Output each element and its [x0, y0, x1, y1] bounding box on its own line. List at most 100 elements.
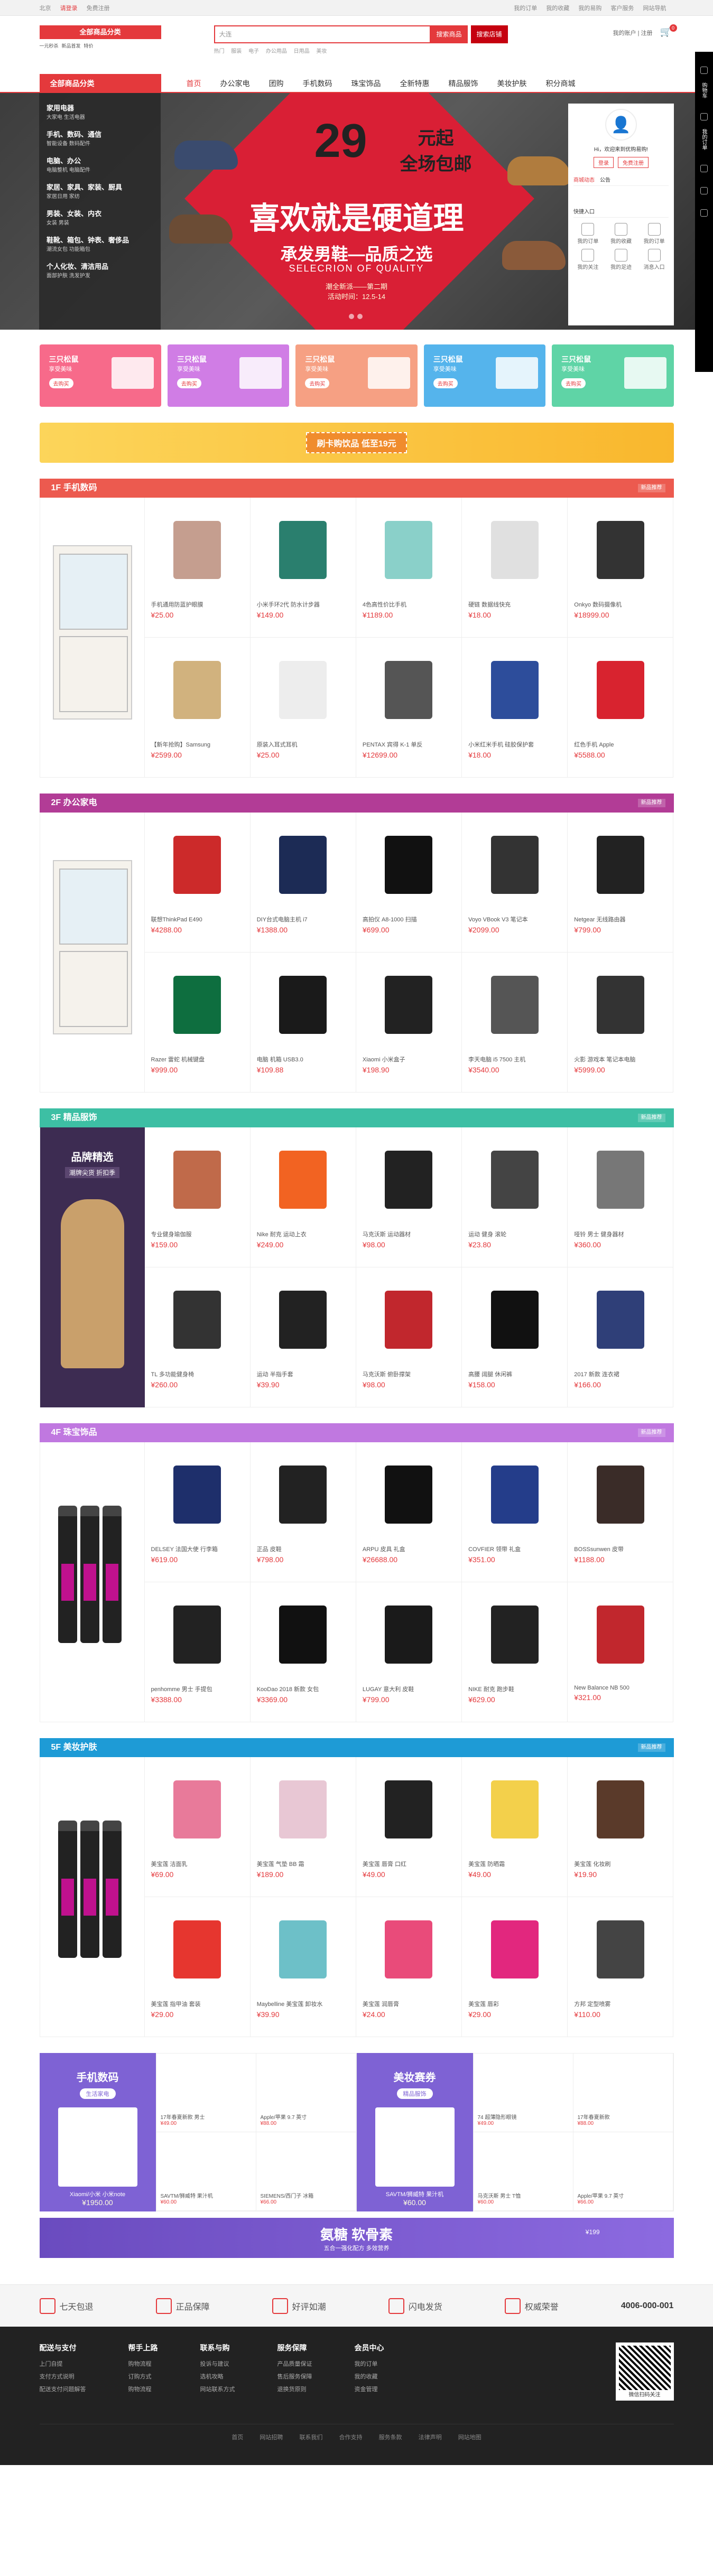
strip-product[interactable]: 马克沃斯 男士 T恤 ¥60.00: [473, 2132, 573, 2211]
footer-link[interactable]: 购物流程: [128, 2385, 158, 2393]
hotline[interactable]: 4006-000-001: [621, 2301, 674, 2311]
clock-icon[interactable]: [700, 165, 708, 172]
product-card[interactable]: 美宝莲 化妆刷 ¥19.90: [568, 1757, 674, 1897]
product-card[interactable]: penhomme 男士 手提包 ¥3388.00: [144, 1582, 251, 1722]
product-card[interactable]: Voyo VBook V3 笔记本 ¥2099.00: [462, 813, 568, 953]
search-goods-button[interactable]: 搜索商品: [430, 25, 468, 43]
footer-link[interactable]: 购物流程: [128, 2359, 158, 2368]
top-link[interactable]: 网站导航: [643, 5, 666, 12]
quick-entry[interactable]: 我的足迹: [607, 249, 636, 270]
nav-item[interactable]: 办公家电: [211, 74, 260, 93]
product-card[interactable]: 小米红米手机 硅胶保护套 ¥18.00: [462, 638, 568, 778]
location-text[interactable]: 北京: [40, 5, 51, 12]
product-card[interactable]: LUGAY 意大利 皮鞋 ¥799.00: [356, 1582, 462, 1722]
category-item[interactable]: 家用电器 大家电 生活电器: [39, 98, 161, 125]
quick-entry[interactable]: 我的关注: [573, 249, 603, 270]
floor-more-link[interactable]: 新品推荐: [637, 1114, 665, 1122]
footer-link[interactable]: 产品质量保证: [277, 2359, 312, 2368]
category-item[interactable]: 手机、数码、通信 智能设备 数码配件: [39, 125, 161, 151]
quick-entry[interactable]: 我的订单: [640, 223, 669, 245]
product-card[interactable]: KooDao 2018 新款 女包 ¥3369.00: [250, 1582, 356, 1722]
promo-button[interactable]: 去购买: [49, 378, 73, 388]
top-link[interactable]: 我的易购: [578, 5, 601, 12]
product-card[interactable]: 美宝莲 唇膏 口红 ¥49.00: [356, 1757, 462, 1897]
footer-bottom-link[interactable]: 法律声明: [419, 2434, 442, 2441]
product-card[interactable]: 原装入耳式耳机 ¥25.00: [250, 638, 356, 778]
product-card[interactable]: 专业健身瑜伽服 ¥159.00: [144, 1127, 251, 1267]
promo-card[interactable]: 三只松鼠 享受美味 去购买: [39, 344, 161, 407]
product-card[interactable]: 2017 新款 连衣裙 ¥166.00: [568, 1267, 674, 1407]
footer-link[interactable]: 资金管理: [355, 2385, 384, 2393]
quick-entry[interactable]: 消息入口: [640, 249, 669, 270]
category-item[interactable]: 男装、女装、内衣 女装 男装: [39, 204, 161, 230]
product-card[interactable]: 美宝莲 防晒霜 ¥49.00: [462, 1757, 568, 1897]
heart-icon[interactable]: [700, 113, 708, 120]
category-item[interactable]: 家居、家具、家装、厨具 家居日用 家纺: [39, 178, 161, 204]
carousel-dot[interactable]: [349, 314, 354, 319]
product-card[interactable]: Xiaomi 小米盒子 ¥198.90: [356, 953, 462, 1093]
strip-product[interactable]: SAVTM/狮威特 果汁机 ¥60.00: [156, 2132, 256, 2211]
footer-link[interactable]: 支付方式说明: [40, 2372, 86, 2381]
footer-link[interactable]: 上门自提: [40, 2359, 86, 2368]
nav-item[interactable]: 首页: [177, 74, 211, 93]
side-cart-label[interactable]: 购物车: [700, 82, 708, 98]
product-card[interactable]: 美宝莲 润唇膏 ¥24.00: [356, 1897, 462, 2037]
hot-keyword[interactable]: 美妆: [316, 49, 327, 54]
fashion-banner[interactable]: 品牌精选 潮牌尖货 折扣季: [40, 1127, 145, 1407]
floor-more-link[interactable]: 新品推荐: [637, 484, 665, 492]
nav-item[interactable]: 积分商城: [536, 74, 585, 93]
footer-link[interactable]: 配送支付问题解答: [40, 2385, 86, 2393]
supplement-ad-banner[interactable]: 氨糖 软骨素 五合一强化配方 多效营养 ¥199: [39, 2218, 674, 2258]
product-card[interactable]: 马克沃斯 俯卧撑架 ¥98.00: [356, 1267, 462, 1407]
footer-bottom-link[interactable]: 合作支持: [339, 2434, 363, 2441]
product-card[interactable]: 运动 健身 滚轮 ¥23.80: [462, 1127, 568, 1267]
product-card[interactable]: DIY台式电脑主机 i7 ¥1388.00: [250, 813, 356, 953]
user-register-button[interactable]: 免费注册: [618, 157, 649, 168]
nav-item[interactable]: 精品服饰: [439, 74, 488, 93]
product-card[interactable]: ARPU 皮具 礼盒 ¥26688.00: [356, 1442, 462, 1582]
product-card[interactable]: 4色高性价比手机 ¥1189.00: [356, 498, 462, 638]
product-card[interactable]: NIKE 耐克 跑步鞋 ¥629.00: [462, 1582, 568, 1722]
product-card[interactable]: 火影 游戏本 笔记本电脑 ¥5999.00: [568, 953, 674, 1093]
strip-product[interactable]: SIEMENS/西门子 冰箱 ¥66.00: [256, 2132, 356, 2211]
product-card[interactable]: 哑铃 男士 健身器材 ¥360.00: [568, 1127, 674, 1267]
tab-news[interactable]: 商城动态: [573, 175, 595, 183]
product-card[interactable]: COVFIER 领带 礼盒 ¥351.00: [462, 1442, 568, 1582]
footer-bottom-link[interactable]: 服务条款: [379, 2434, 402, 2441]
eye-icon[interactable]: [700, 187, 708, 194]
cart-icon[interactable]: 🛒 0: [660, 24, 677, 40]
footer-bottom-link[interactable]: 网站招聘: [260, 2434, 283, 2441]
nav-item[interactable]: 珠宝饰品: [342, 74, 391, 93]
footer-bottom-link[interactable]: 联系我们: [299, 2434, 322, 2441]
promo-strip-left[interactable]: 手机数码 生活家电 Xiaomi/小米 小米note ¥1950.00: [39, 2053, 156, 2211]
user-login-button[interactable]: 登录: [594, 157, 614, 168]
footer-bottom-link[interactable]: 网站地图: [458, 2434, 481, 2441]
promo-card[interactable]: 三只松鼠 享受美味 去购买: [552, 344, 674, 407]
carousel-dot[interactable]: [357, 314, 363, 319]
nav-item[interactable]: 全新特惠: [391, 74, 439, 93]
product-card[interactable]: 高拍仪 A8-1000 扫描 ¥699.00: [356, 813, 462, 953]
hot-keyword[interactable]: 电子: [248, 49, 259, 54]
floor-feature[interactable]: [40, 498, 145, 778]
hot-keyword[interactable]: 服装: [231, 49, 242, 54]
product-card[interactable]: BOSSsunwen 皮带 ¥1188.00: [568, 1442, 674, 1582]
product-card[interactable]: 手机通用防蓝护眼膜 ¥25.00: [144, 498, 251, 638]
category-item[interactable]: 电脑、办公 电脑整机 电脑配件: [39, 151, 161, 178]
product-card[interactable]: 美宝莲 指甲油 套装 ¥29.00: [144, 1897, 251, 2037]
product-card[interactable]: 【新年抢购】Samsung ¥2599.00: [144, 638, 251, 778]
nav-item[interactable]: 美妆护肤: [488, 74, 536, 93]
drink-ad-banner[interactable]: 刷卡购饮品 低至19元: [39, 423, 674, 463]
product-card[interactable]: Razer 雷蛇 机械键盘 ¥999.00: [144, 953, 251, 1093]
product-card[interactable]: 红色手机 Apple ¥5588.00: [568, 638, 674, 778]
product-card[interactable]: 电脑 机箱 USB3.0 ¥109.88: [250, 953, 356, 1093]
category-item[interactable]: 鞋靴、箱包、钟表、奢侈品 潮流女包 功能箱包: [39, 230, 161, 257]
promo-strip-left[interactable]: 美妆赛券 精品服饰 SAVTM/狮威特 果汁机 ¥60.00: [356, 2053, 473, 2211]
product-card[interactable]: 李天电脑 i5 7500 主机 ¥3540.00: [462, 953, 568, 1093]
search-input[interactable]: 大连: [214, 25, 431, 43]
floor-feature[interactable]: [40, 813, 145, 1093]
hot-keyword[interactable]: 热门: [214, 49, 225, 54]
product-card[interactable]: TL 多功能健身椅 ¥260.00: [144, 1267, 251, 1407]
floor-more-link[interactable]: 新品推荐: [637, 1743, 665, 1752]
tab-notice[interactable]: 公告: [600, 175, 610, 183]
footer-link[interactable]: 我的收藏: [355, 2372, 384, 2381]
